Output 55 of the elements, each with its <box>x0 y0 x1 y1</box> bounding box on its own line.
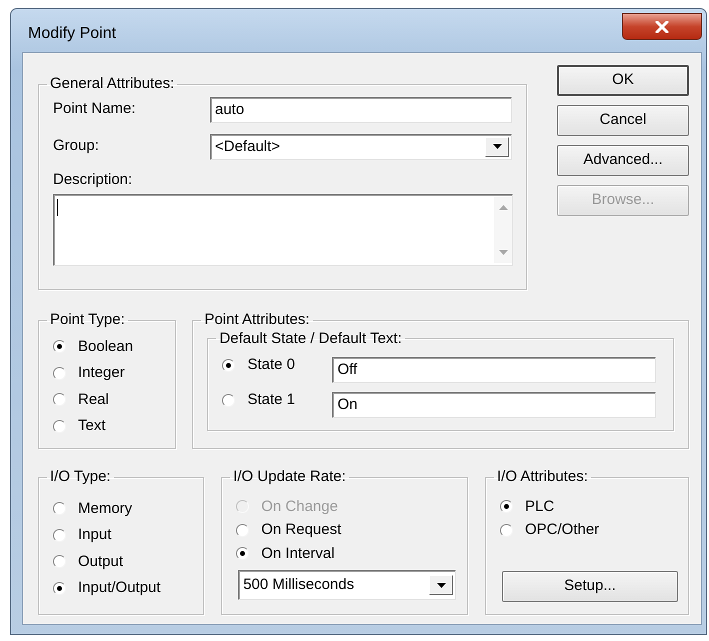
radio-button[interactable]: Text <box>53 418 106 434</box>
radio-button[interactable]: PLC <box>500 498 554 515</box>
radio-indicator[interactable] <box>236 547 250 560</box>
radio-indicator[interactable] <box>53 366 66 380</box>
group-title: I/O Attributes: <box>496 469 589 486</box>
scroll-up-icon[interactable] <box>498 205 508 210</box>
radio-button[interactable]: Boolean <box>53 338 134 355</box>
radio-button[interactable]: OPC/Other <box>500 522 600 538</box>
radio-button[interactable]: On Interval <box>236 546 335 562</box>
setup-button[interactable]: Setup... <box>502 570 678 602</box>
radio-indicator[interactable] <box>53 502 66 516</box>
close-icon <box>655 20 669 32</box>
radio-indicator[interactable] <box>53 582 66 595</box>
radio-button[interactable]: Input/Output <box>53 580 161 596</box>
field-label: Group: <box>53 136 100 156</box>
text-field[interactable]: auto <box>210 96 512 122</box>
radio-indicator[interactable] <box>53 393 66 406</box>
dialog-button[interactable]: Cancel <box>557 105 689 136</box>
caret-icon <box>492 144 502 149</box>
radio-button[interactable]: On Request <box>236 522 342 538</box>
radio-indicator[interactable] <box>500 500 513 514</box>
window-title: Modify Point <box>28 24 116 44</box>
field-label: Description: <box>53 170 134 190</box>
group-title: General Attributes: <box>49 76 176 92</box>
radio-indicator[interactable] <box>53 528 66 542</box>
group-title: Point Type: <box>49 312 126 328</box>
field-label: Point Name: <box>53 99 137 120</box>
dialog-button[interactable]: Advanced... <box>557 145 689 176</box>
radio-button[interactable]: Output <box>53 554 124 570</box>
radio-indicator[interactable] <box>236 524 250 537</box>
radio-button[interactable]: Input <box>53 527 112 544</box>
text-field[interactable]: On <box>332 392 656 418</box>
radio-indicator[interactable] <box>222 394 236 407</box>
group-title: I/O Update Rate: <box>232 469 347 486</box>
dialog-button[interactable]: OK <box>557 65 689 96</box>
radio-indicator[interactable] <box>53 340 66 354</box>
radio-button[interactable]: State 1 <box>222 392 332 408</box>
radio-button[interactable]: Real <box>53 392 109 408</box>
interval-dropdown[interactable]: 500 Milliseconds <box>238 570 456 600</box>
radio-indicator[interactable] <box>53 555 66 568</box>
group-dropdown[interactable]: <Default> <box>210 134 512 160</box>
close-button[interactable] <box>622 13 702 40</box>
radio-button[interactable]: Integer <box>53 365 125 382</box>
group-title: I/O Type: <box>49 469 112 486</box>
group-title: Point Attributes: <box>203 312 310 328</box>
description-field[interactable] <box>53 194 513 266</box>
text-field[interactable]: Off <box>332 357 656 383</box>
scroll-down-icon[interactable] <box>498 250 508 255</box>
radio-indicator[interactable] <box>500 524 513 537</box>
radio-button[interactable]: Memory <box>53 500 132 517</box>
radio-indicator[interactable] <box>53 420 66 433</box>
radio-button[interactable]: State 0 <box>222 357 332 374</box>
caret-icon <box>436 582 446 588</box>
radio-indicator[interactable] <box>222 358 236 372</box>
group-title: Default State / Default Text: <box>218 330 403 347</box>
